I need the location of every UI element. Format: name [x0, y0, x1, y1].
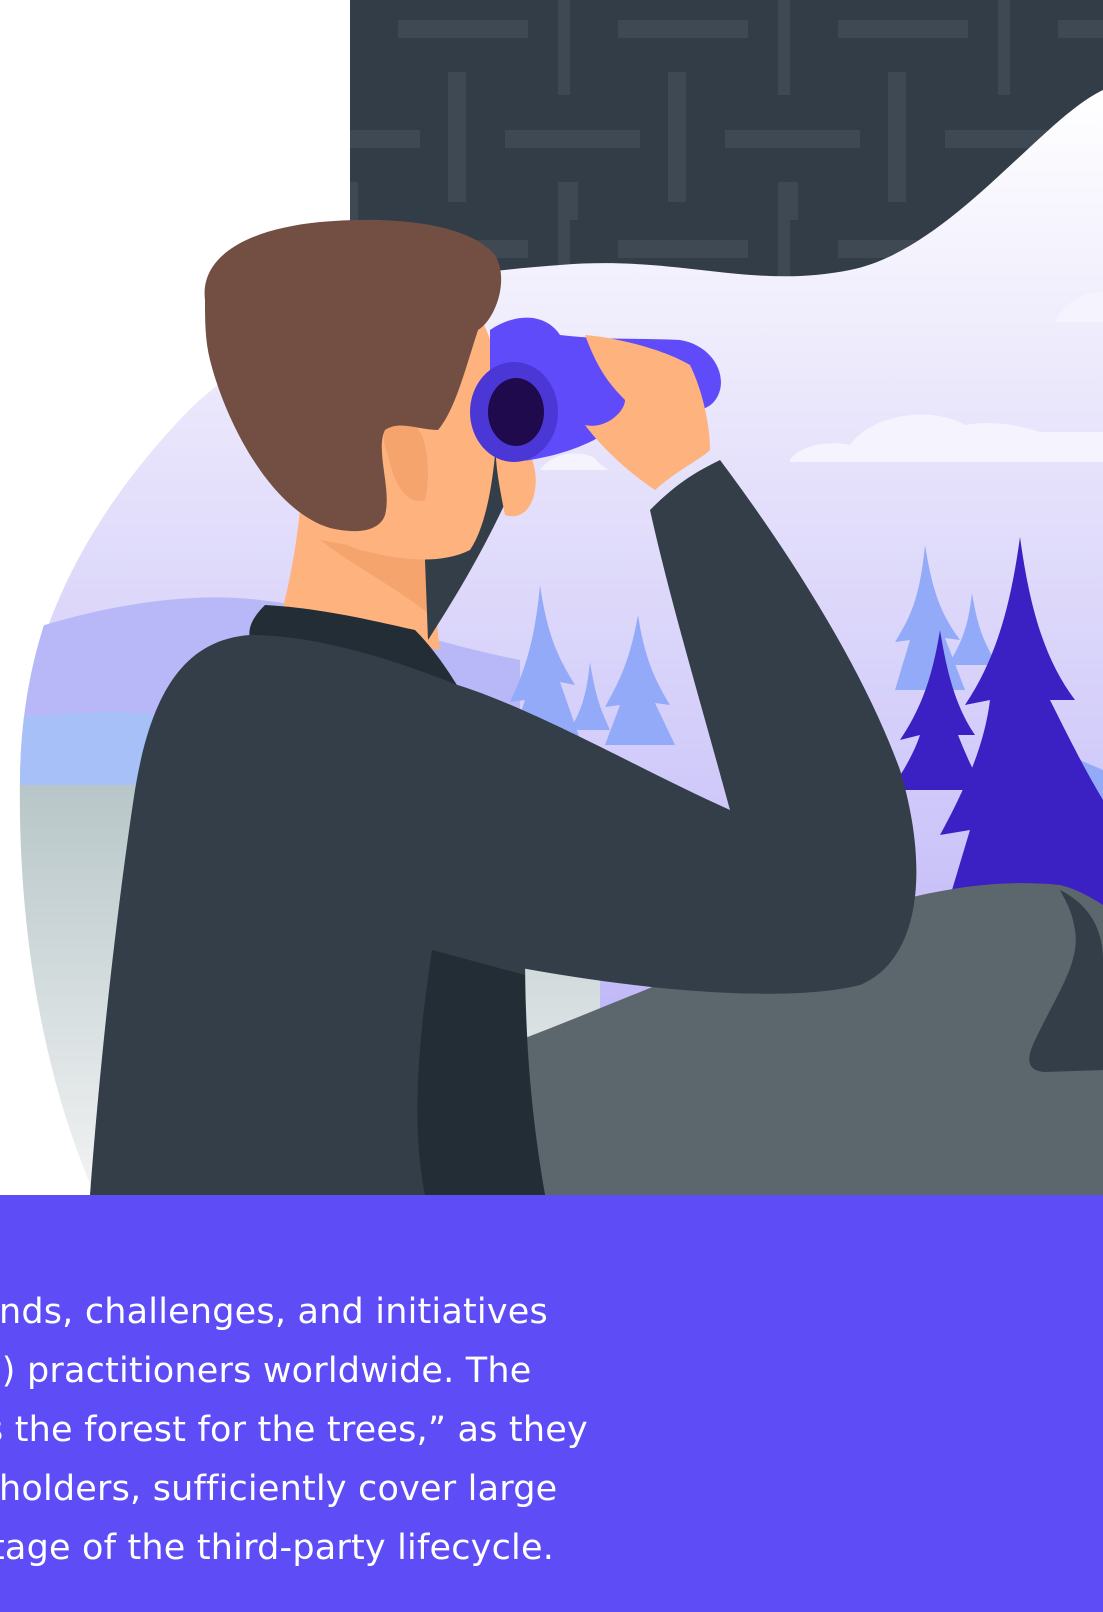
intro-line: stakeholders, sufficiently cover large: [0, 1469, 558, 1509]
intro-line: of trends, challenges, and initiatives: [0, 1292, 548, 1332]
intro-paragraph: of trends, challenges, and initiatives T…: [0, 1283, 784, 1578]
intro-line: ery stage of the third-party lifecycle.: [0, 1528, 555, 1568]
intro-line: “miss the forest for the trees,” as they: [0, 1410, 588, 1450]
intro-panel: of trends, challenges, and initiatives T…: [0, 1195, 1103, 1612]
hero-illustration: [19, 0, 1103, 1195]
binoculars-lens: [488, 378, 544, 446]
intro-line: TPRM) practitioners worldwide. The: [0, 1351, 532, 1391]
